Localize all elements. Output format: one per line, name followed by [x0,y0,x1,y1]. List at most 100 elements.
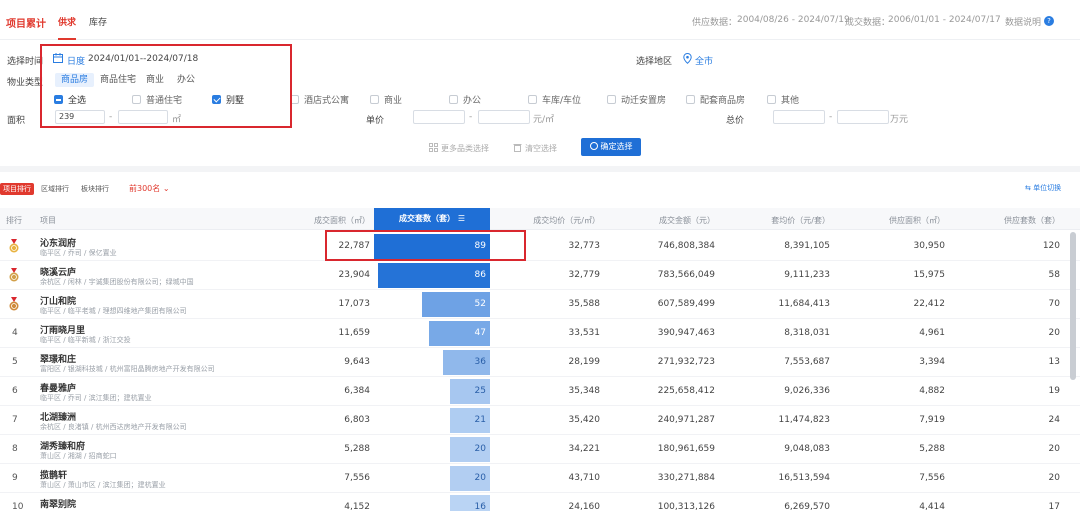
cell-supply-units: 24 [1048,415,1060,425]
cell-avg-price: 24,160 [568,502,601,511]
scrollbar[interactable] [1070,232,1076,380]
chevron-down-icon: ⌄ [162,184,170,193]
table-row[interactable]: 沁东润府 临平区 / 乔司 / 保亿置业 22,787 89 32,773 746,808… [0,232,1080,261]
unit-switch-button[interactable]: ⇆ 单位切换 [1025,183,1061,193]
cell-area: 5,288 [344,444,370,454]
tab-district-ranking[interactable]: 区域排行 [41,184,69,194]
cell-supply-area: 4,414 [919,502,945,511]
medal-icon [8,239,20,253]
checkbox-resettlement[interactable]: 动迁安置房 [607,93,666,106]
cell-avg-total: 8,391,105 [784,241,830,251]
cell-area: 11,659 [338,328,371,338]
confirm-selection-button[interactable]: 确定选择 [581,138,641,156]
total-range-dash: - [829,112,833,122]
property-type-label: 物业类型 [7,78,44,88]
price-min-input[interactable] [413,110,465,124]
price-label: 单价 [366,116,385,126]
tab-sector-ranking[interactable]: 板块排行 [81,184,109,194]
price-range-dash: - [469,112,473,122]
cell-supply-units: 20 [1048,444,1060,454]
medal-icon [8,297,20,311]
active-tab-indicator [58,38,76,40]
cell-avg-total: 16,513,594 [778,473,830,483]
location-icon [683,52,692,67]
project-name[interactable]: 南翠别院 [40,497,76,510]
table-row[interactable]: 7 北湖臻洲 余杭区 / 良渚镇 / 杭州西达房地产开发有限公司 6,803 21 35,… [0,406,1080,435]
cell-supply-area: 5,288 [919,444,945,454]
cell-units: 47 [474,328,486,338]
total-unit: 万元 [890,115,909,125]
project-meta: 余杭区 / 良渚镇 / 杭州西达房地产开发有限公司 [40,423,187,431]
cell-avg-price: 43,710 [568,473,601,483]
cell-supply-units: 20 [1048,473,1060,483]
header-units-sorted[interactable]: 成交套数（套） ☰ [374,208,490,230]
cell-amount: 390,947,463 [657,328,715,338]
cell-supply-units: 58 [1048,270,1060,280]
checkbox-office[interactable]: 办公 [449,93,481,106]
cell-avg-total: 8,318,031 [784,328,830,338]
header-area[interactable]: 成交面积（㎡） [290,215,370,226]
table-row[interactable]: 9 揽鹊轩 萧山区 / 萧山市区 / 滨江集团；建杭置业 7,556 20 43,710 3… [0,464,1080,493]
cell-units: 16 [474,502,486,511]
rank-number: 9 [12,473,18,483]
table-row[interactable]: 8 湖秀臻和府 萧山区 / 湘湖 / 招商蛇口 5,288 20 34,221 180,96… [0,435,1080,464]
checkbox-parking[interactable]: 车库/车位 [528,93,581,106]
header-project: 项目 [40,216,56,225]
table-row[interactable]: 汀山和院 临平区 / 临平老城 / 理想四维地产集团有限公司 17,073 52 35,… [0,290,1080,319]
cell-amount: 783,566,049 [657,270,715,280]
cell-avg-price: 35,420 [568,415,601,425]
project-meta: 临平区 / 乔司 / 滨江集团；建杭置业 [40,394,152,402]
header-amount[interactable]: 成交金额（元） [635,215,715,226]
help-icon[interactable]: ? [1044,16,1054,26]
table-row[interactable]: 6 春曼雅庐 临平区 / 乔司 / 滨江集团；建杭置业 6,384 25 35,348 22… [0,377,1080,406]
check-circle-icon [589,142,598,150]
tab-supply-demand[interactable]: 供求 [58,15,76,28]
deal-data-range: 2006/01/01 - 2024/07/17 [888,15,1001,25]
price-unit: 元/㎡ [533,115,555,125]
project-meta: 萧山区 / 湘湖 / 招商蛇口 [40,452,117,460]
cell-avg-price: 35,348 [568,386,601,396]
project-meta: 临平区 / 临平老城 / 理想四维地产集团有限公司 [40,307,187,315]
table-row[interactable]: 晓溪云庐 余杭区 / 闲林 / 宇诚集团股份有限公司；绿城中国 23,904 86 32… [0,261,1080,290]
checkbox-commercial[interactable]: 商业 [370,93,402,106]
checkbox-serviced-apartment[interactable]: 酒店式公寓 [290,93,349,106]
tab-project-ranking[interactable]: 项目排行 [0,183,34,195]
cell-avg-total: 7,553,687 [784,357,830,367]
table-row[interactable]: 4 汀雨晓月里 临平区 / 临平新城 / 浙江交投 11,659 47 33,531 390… [0,319,1080,348]
header-avg-price[interactable]: 成交均价（元/㎡） [510,215,600,226]
cell-area: 7,556 [344,473,370,483]
cell-area: 4,152 [344,502,370,511]
cell-amount: 100,313,126 [657,502,715,511]
cell-avg-total: 11,474,823 [778,415,830,425]
cell-units: 25 [474,386,486,396]
cell-amount: 330,271,884 [657,473,715,483]
sort-desc-icon: ☰ [457,214,465,223]
cell-supply-units: 13 [1048,357,1060,367]
data-help-link[interactable]: 数据说明 [1005,15,1041,28]
header-supply-area[interactable]: 供应面积（㎡） [860,215,945,226]
cell-amount: 607,589,499 [657,299,715,309]
total-max-input[interactable] [837,110,889,124]
project-meta: 临平区 / 临平新城 / 浙江交投 [40,336,131,344]
total-min-input[interactable] [773,110,825,124]
cell-supply-units: 17 [1048,502,1060,511]
rank-number: 7 [12,415,18,425]
header-avg-total[interactable]: 套均价（元/套） [745,215,830,226]
project-meta: 临平区 / 乔司 / 保亿置业 [40,249,117,257]
swap-icon: ⇆ [1025,184,1031,192]
table-row[interactable]: 10 南翠别院 4,152 16 24,160 100,313,126 6,269,570 4… [0,493,1080,511]
region-select[interactable]: 全市 [695,54,713,67]
cell-area: 9,643 [344,357,370,367]
supply-data-range: 2004/08/26 - 2024/07/19 [737,15,850,25]
more-categories-button[interactable]: 更多品类选择 [429,143,489,154]
tab-inventory[interactable]: 库存 [89,15,107,28]
cell-avg-total: 11,684,413 [778,299,830,309]
header-supply-units[interactable]: 供应套数（套） [975,215,1060,226]
checkbox-other[interactable]: 其他 [767,93,799,106]
price-max-input[interactable] [478,110,530,124]
checkbox-supporting-housing[interactable]: 配套商品房 [686,93,745,106]
top-n-select[interactable]: 前300名 ⌄ [129,183,170,194]
table-row[interactable]: 5 翠璟和庄 富阳区 / 银湖科技城 / 杭州富阳晶腾房地产开发有限公司 9,643 3… [0,348,1080,377]
cell-avg-total: 9,048,083 [784,444,830,454]
clear-selection-button[interactable]: 清空选择 [513,143,557,154]
